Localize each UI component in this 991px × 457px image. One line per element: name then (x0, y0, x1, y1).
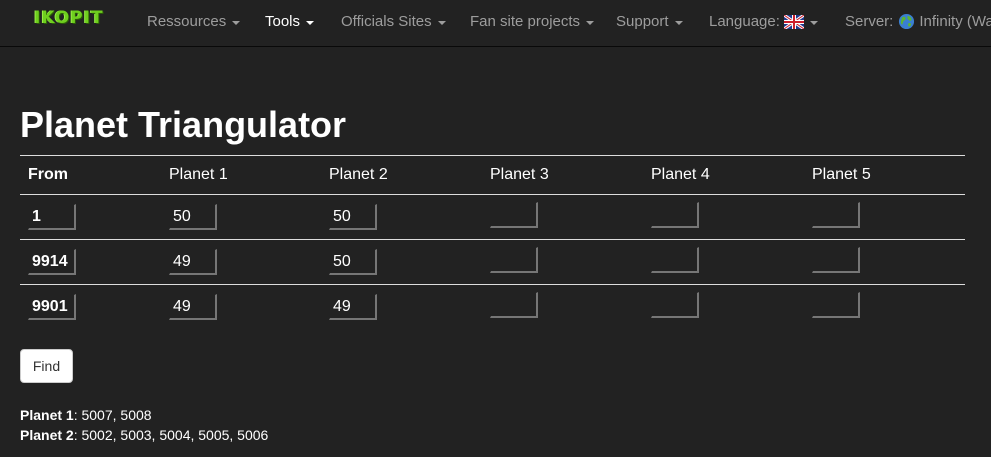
nav-officials-sites-label: Officials Sites (341, 13, 432, 30)
caret-down-icon (674, 20, 683, 25)
from-input[interactable]: 9914 (28, 249, 76, 275)
caret-down-icon (306, 20, 315, 25)
caret-down-icon (437, 20, 446, 25)
nav-tools[interactable]: Tools (265, 13, 315, 30)
column-header-planet-4: Planet 4 (643, 155, 804, 195)
from-input[interactable]: 9901 (28, 294, 76, 320)
planet-2-input[interactable]: 49 (329, 294, 377, 320)
planet-3-input[interactable] (490, 291, 538, 318)
column-header-planet-5: Planet 5 (804, 155, 965, 195)
table-row: 9914 49 50 (20, 239, 965, 285)
result-line: Planet 1: 5007, 5008 (20, 405, 268, 425)
table-row: 1 50 50 (20, 195, 965, 240)
planet-2-input[interactable]: 50 (329, 249, 377, 275)
uk-flag-icon (783, 14, 804, 29)
result-label: Planet 1 (20, 407, 74, 423)
nav-fan-site-projects[interactable]: Fan site projects (470, 13, 595, 30)
nav-fan-site-projects-label: Fan site projects (470, 13, 581, 30)
planet-5-input[interactable] (812, 201, 860, 228)
planet-1-input[interactable]: 50 (169, 204, 217, 230)
planet-5-input[interactable] (812, 246, 860, 273)
caret-down-icon (232, 20, 241, 25)
nav-ressources-label: Ressources (147, 13, 227, 30)
result-value: : 5007, 5008 (73, 407, 152, 423)
column-header-planet-1: Planet 1 (161, 155, 321, 195)
result-label: Planet 2 (20, 427, 74, 443)
result-value: : 5002, 5003, 5004, 5005, 5006 (73, 427, 269, 443)
planet-1-input[interactable]: 49 (169, 249, 217, 275)
nav-server-value: Infinity (War (919, 13, 991, 30)
results-block: Planet 1: 5007, 5008 Planet 2: 5002, 500… (20, 405, 268, 445)
page-title: Planet Triangulator (20, 104, 347, 145)
planet-3-input[interactable] (490, 201, 538, 228)
triangulator-table: From Planet 1 Planet 2 Planet 3 Planet 4… (20, 155, 965, 329)
nav-server[interactable]: Server: Infinity (War (845, 13, 991, 30)
table-header-row: From Planet 1 Planet 2 Planet 3 Planet 4… (20, 155, 965, 195)
column-header-planet-2: Planet 2 (321, 155, 482, 195)
nav-language-label: Language: (709, 13, 780, 30)
brand-logo[interactable]: IKOPIT (34, 8, 104, 28)
nav-tools-label: Tools (265, 13, 301, 30)
nav-support[interactable]: Support (616, 13, 683, 30)
table-row: 9901 49 49 (20, 284, 965, 329)
caret-down-icon (586, 20, 595, 25)
column-header-from: From (20, 155, 161, 195)
nav-support-label: Support (616, 13, 669, 30)
top-navbar: IKOPIT Ressources Tools Officials Sites … (0, 0, 991, 47)
find-button[interactable]: Find (20, 349, 73, 383)
column-header-planet-3: Planet 3 (482, 155, 643, 195)
nav-ressources[interactable]: Ressources (147, 13, 241, 30)
nav-server-label: Server: (845, 13, 894, 30)
planet-2-input[interactable]: 50 (329, 204, 377, 230)
planet-3-input[interactable] (490, 246, 538, 273)
nav-officials-sites[interactable]: Officials Sites (341, 13, 446, 30)
nav-language[interactable]: Language: (709, 13, 818, 30)
result-line: Planet 2: 5002, 5003, 5004, 5005, 5006 (20, 425, 268, 445)
globe-icon (899, 13, 915, 30)
planet-5-input[interactable] (812, 291, 860, 318)
planet-4-input[interactable] (651, 201, 699, 228)
planet-4-input[interactable] (651, 291, 699, 318)
planet-1-input[interactable]: 49 (169, 294, 217, 320)
planet-4-input[interactable] (651, 246, 699, 273)
caret-down-icon (809, 20, 818, 25)
from-input[interactable]: 1 (28, 204, 76, 230)
